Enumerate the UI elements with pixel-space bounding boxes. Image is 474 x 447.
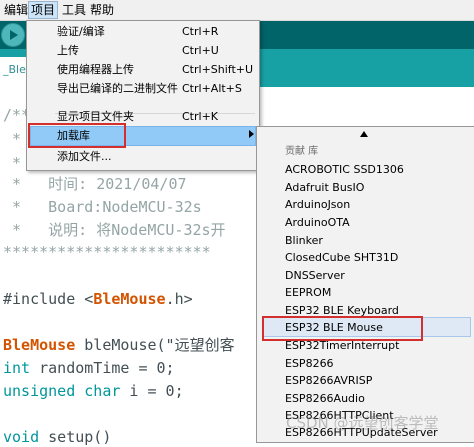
sketch-tab[interactable]: _BleC bbox=[0, 57, 34, 87]
library-item[interactable]: EEPROM bbox=[285, 284, 331, 301]
menu-sketch[interactable]: 项目 bbox=[28, 1, 59, 19]
library-submenu: 贡献 库 ACROBOTIC SSD1306 Adafruit BusIO Ar… bbox=[256, 126, 474, 443]
menu-help[interactable]: 帮助 bbox=[88, 2, 116, 18]
code-line-uchar: unsigned char i = 0; bbox=[3, 382, 184, 400]
menu-item-upload[interactable]: 上传 bbox=[57, 42, 79, 60]
menu-tools[interactable]: 工具 bbox=[60, 2, 88, 18]
menu-bar: 编辑 项目 工具 帮助 bbox=[0, 0, 474, 21]
shortcut: Ctrl+K bbox=[182, 110, 219, 123]
menu-item-export-binary[interactable]: 导出已编译的二进制文件 bbox=[57, 80, 178, 98]
sketch-menu: 验证/编译 Ctrl+R 上传 Ctrl+U 使用编程器上传 Ctrl+Shif… bbox=[26, 20, 260, 171]
shortcut: Ctrl+R bbox=[182, 25, 219, 38]
watermark: CSDN @远望创客学堂 bbox=[286, 414, 439, 432]
highlight-annotation bbox=[262, 316, 423, 341]
library-item[interactable]: Adafruit BusIO bbox=[285, 179, 364, 196]
library-item[interactable]: ACROBOTIC SSD1306 bbox=[285, 161, 404, 178]
menu-item-upload-programmer[interactable]: 使用编程器上传 bbox=[57, 61, 134, 79]
code-line-int: int randomTime = 0; bbox=[3, 359, 175, 377]
library-item[interactable]: ESP8266 bbox=[285, 355, 334, 372]
code-line-include: #include <BleMouse.h> bbox=[3, 290, 193, 308]
code-line: * 时间: 2021/04/07 bbox=[3, 175, 187, 193]
library-item[interactable]: ArduinoJson bbox=[285, 196, 350, 213]
library-item[interactable]: Blinker bbox=[285, 232, 323, 249]
code-line: *********************** bbox=[3, 243, 211, 261]
shortcut: Ctrl+Alt+S bbox=[182, 82, 242, 95]
code-line: * bbox=[3, 154, 22, 172]
submenu-header: 贡献 库 bbox=[285, 146, 319, 157]
highlight-annotation bbox=[28, 123, 126, 148]
code-line: * 说明: 将NodeMCU-32s开 bbox=[3, 221, 226, 239]
library-item[interactable]: ArduinoOTA bbox=[285, 214, 350, 231]
shortcut: Ctrl+U bbox=[182, 44, 219, 57]
library-item[interactable]: ESP8266AVRISP bbox=[285, 372, 372, 389]
scroll-up-icon[interactable] bbox=[360, 131, 368, 137]
code-line-setup: void setup() bbox=[3, 428, 112, 446]
code-line-declare: BleMouse bleMouse("远望创客 bbox=[3, 336, 235, 354]
submenu-arrow-icon bbox=[249, 130, 254, 138]
menu-item-verify[interactable]: 验证/编译 bbox=[57, 23, 105, 41]
verify-button[interactable] bbox=[1, 23, 25, 47]
code-line: * Board:NodeMCU-32s bbox=[3, 198, 202, 216]
library-item[interactable]: ClosedCube SHT31D bbox=[285, 249, 398, 266]
code-line: * bbox=[3, 130, 22, 148]
library-item[interactable]: DNSServer bbox=[285, 267, 345, 284]
shortcut: Ctrl+Shift+U bbox=[182, 63, 254, 76]
menu-edit[interactable]: 编辑 bbox=[2, 2, 30, 18]
menu-item-add-file[interactable]: 添加文件... bbox=[57, 148, 112, 166]
library-item[interactable]: ESP8266Audio bbox=[285, 390, 365, 407]
